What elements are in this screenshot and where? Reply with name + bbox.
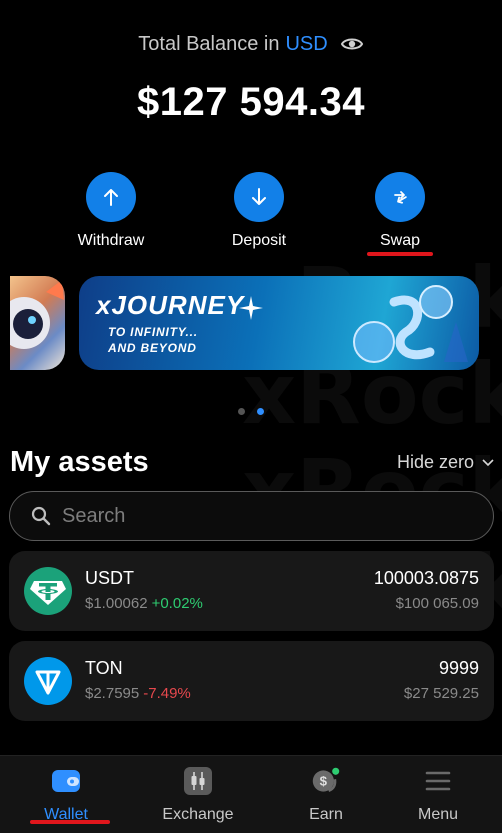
wallet-icon [51, 766, 81, 796]
nav-label: Exchange [162, 806, 234, 823]
bottom-navigation: Wallet Exchange $ Earn Menu [0, 755, 502, 833]
asset-price-line: $2.7595 -7.49% [85, 685, 191, 702]
candlestick-icon [183, 766, 213, 796]
swap-arrows-icon [375, 172, 425, 222]
banner-title: xJOURNEY [96, 290, 245, 320]
asset-change: -7.49% [143, 685, 191, 702]
search-bar[interactable] [9, 491, 494, 541]
ton-logo-icon [24, 657, 72, 705]
pagination-dot[interactable] [238, 408, 245, 415]
asset-row-usdt[interactable]: USDT $1.00062 +0.02% 100003.0875 $100 065… [9, 551, 494, 631]
search-input[interactable] [62, 500, 462, 532]
asset-price: $1.00062 [85, 595, 148, 612]
balance-label: Total Balance in USD [138, 32, 363, 56]
deposit-button[interactable]: Deposit [204, 172, 314, 250]
hamburger-menu-icon [423, 766, 453, 796]
swap-label: Swap [379, 232, 421, 249]
hide-zero-toggle[interactable]: Hide zero [397, 452, 494, 473]
nav-wallet[interactable]: Wallet [16, 766, 116, 824]
asset-amount: 9999 [438, 658, 479, 678]
carousel-pagination [0, 402, 502, 420]
asset-row-ton[interactable]: TON $2.7595 -7.49% 9999 $27 529.25 [9, 641, 494, 721]
usdt-logo-icon [24, 567, 72, 615]
glass-shapes-illustration [353, 285, 468, 363]
search-icon [31, 506, 51, 526]
arrow-down-icon [234, 172, 284, 222]
nav-menu[interactable]: Menu [388, 766, 488, 824]
nav-label: Earn [309, 806, 343, 823]
hide-zero-label: Hide zero [396, 452, 474, 472]
dollar-coins-icon: $ [311, 766, 341, 796]
promo-card-previous[interactable] [10, 276, 65, 370]
wallet-highlight-underline [30, 820, 110, 824]
nav-earn[interactable]: $ Earn [276, 766, 376, 824]
currency-selector[interactable]: USD [285, 33, 327, 56]
action-buttons: Withdraw Deposit Swap [0, 172, 502, 262]
asset-price-line: $1.00062 +0.02% [85, 595, 203, 612]
nav-exchange[interactable]: Exchange [148, 766, 248, 824]
arrow-up-icon [86, 172, 136, 222]
promo-card-xjourney[interactable]: xJOURNEY TO INFINITY... AND BEYOND [79, 276, 479, 370]
withdraw-button[interactable]: Withdraw [56, 172, 166, 250]
asset-change: +0.02% [151, 595, 203, 612]
swap-highlight-underline [367, 252, 433, 256]
balance-header: Total Balance in USD $127 594.34 [0, 32, 502, 125]
assets-header: My assets Hide zero [10, 446, 494, 480]
asset-price: $2.7595 [85, 685, 140, 702]
balance-label-text: Total Balance in [138, 32, 280, 55]
banner-subtitle: TO INFINITY... AND BEYOND [108, 325, 198, 355]
asset-fiat-value: $100 065.09 [395, 595, 479, 612]
asset-fiat-value: $27 529.25 [403, 685, 479, 702]
withdraw-label: Withdraw [77, 232, 145, 249]
eye-icon[interactable] [340, 32, 364, 56]
svg-text:$: $ [320, 773, 328, 788]
promo-carousel[interactable]: xJOURNEY TO INFINITY... AND BEYOND [0, 276, 502, 370]
assets-title: My assets [10, 446, 149, 478]
swap-button[interactable]: Swap [345, 172, 455, 250]
nav-label: Menu [417, 806, 459, 823]
asset-symbol: TON [85, 658, 123, 678]
sparkle-icon [239, 296, 263, 320]
asset-amount: 100003.0875 [373, 568, 479, 588]
total-balance: $127 594.34 [137, 80, 365, 124]
asset-symbol: USDT [85, 568, 134, 588]
pagination-dot-active[interactable] [257, 408, 264, 415]
chevron-down-icon [482, 458, 494, 466]
deposit-label: Deposit [231, 232, 287, 249]
